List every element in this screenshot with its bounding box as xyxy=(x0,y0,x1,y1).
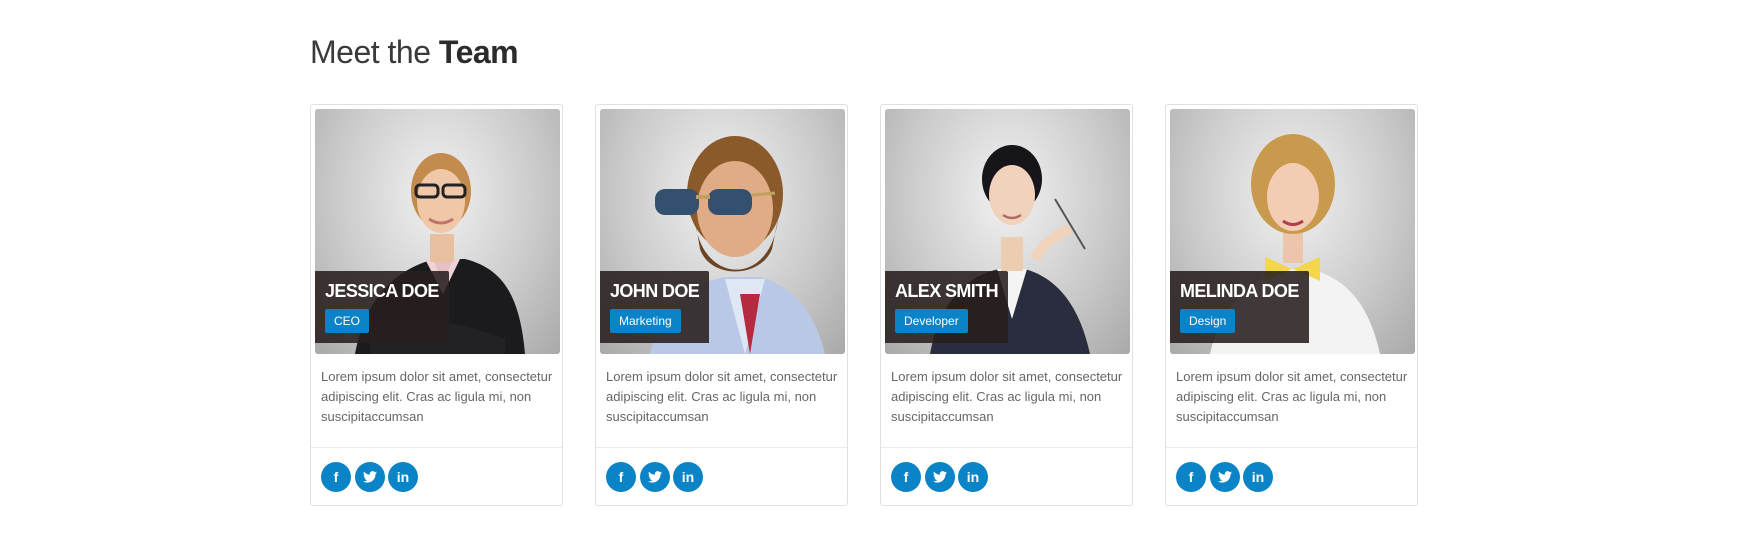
facebook-button[interactable]: f xyxy=(891,462,921,492)
member-photo: JESSICA DOE CEO xyxy=(315,109,560,354)
facebook-icon: f xyxy=(618,469,624,485)
member-photo: ALEX SMITH Developer xyxy=(885,109,1130,354)
linkedin-button[interactable]: in xyxy=(673,462,703,492)
twitter-button[interactable] xyxy=(925,462,955,492)
twitter-button[interactable] xyxy=(355,462,385,492)
twitter-icon xyxy=(363,471,377,483)
member-name: ALEX SMITH xyxy=(895,281,999,301)
heading-bold: Team xyxy=(438,34,519,70)
twitter-icon xyxy=(648,471,662,483)
card-divider xyxy=(881,447,1132,448)
team-card-alex: ALEX SMITH Developer Lorem ipsum dolor s… xyxy=(880,104,1133,506)
facebook-icon: f xyxy=(333,469,339,485)
card-divider xyxy=(311,447,562,448)
team-card-john: JOHN DOE Marketing Lorem ipsum dolor sit… xyxy=(595,104,848,506)
facebook-icon: f xyxy=(1188,469,1194,485)
linkedin-icon: in xyxy=(1251,469,1265,485)
member-photo: MELINDA DOE Design xyxy=(1170,109,1415,354)
member-role-badge: CEO xyxy=(325,309,370,333)
member-description: Lorem ipsum dolor sit amet, consectetur … xyxy=(1176,369,1408,424)
member-name: JESSICA DOE xyxy=(325,281,439,301)
member-caption: ALEX SMITH Developer xyxy=(885,271,1009,343)
member-caption: MELINDA DOE Design xyxy=(1170,271,1309,343)
linkedin-icon: in xyxy=(681,469,695,485)
linkedin-icon: in xyxy=(396,469,410,485)
section-heading: Meet the Team xyxy=(310,34,519,71)
facebook-button[interactable]: f xyxy=(606,462,636,492)
member-role-badge: Design xyxy=(1180,309,1236,333)
member-caption: JOHN DOE Marketing xyxy=(600,271,710,343)
member-description: Lorem ipsum dolor sit amet, consectetur … xyxy=(891,369,1123,424)
member-caption: JESSICA DOE CEO xyxy=(315,271,449,343)
twitter-button[interactable] xyxy=(640,462,670,492)
facebook-icon: f xyxy=(903,469,909,485)
team-card-melinda: MELINDA DOE Design Lorem ipsum dolor sit… xyxy=(1165,104,1418,506)
member-role-badge: Developer xyxy=(895,309,968,333)
twitter-icon xyxy=(1218,471,1232,483)
member-name: MELINDA DOE xyxy=(1180,281,1299,301)
card-divider xyxy=(1166,447,1417,448)
member-description: Lorem ipsum dolor sit amet, consectetur … xyxy=(606,369,838,424)
heading-light: Meet the xyxy=(310,34,431,70)
team-card-jessica: JESSICA DOE CEO Lorem ipsum dolor sit am… xyxy=(310,104,563,506)
team-cards: JESSICA DOE CEO Lorem ipsum dolor sit am… xyxy=(310,104,1430,508)
twitter-button[interactable] xyxy=(1210,462,1240,492)
linkedin-button[interactable]: in xyxy=(958,462,988,492)
twitter-icon xyxy=(933,471,947,483)
linkedin-button[interactable]: in xyxy=(1243,462,1273,492)
member-description: Lorem ipsum dolor sit amet, consectetur … xyxy=(321,369,553,424)
linkedin-icon: in xyxy=(966,469,980,485)
facebook-button[interactable]: f xyxy=(321,462,351,492)
member-name: JOHN DOE xyxy=(610,281,700,301)
card-divider xyxy=(596,447,847,448)
facebook-button[interactable]: f xyxy=(1176,462,1206,492)
member-photo: JOHN DOE Marketing xyxy=(600,109,845,354)
member-role-badge: Marketing xyxy=(610,309,681,333)
linkedin-button[interactable]: in xyxy=(388,462,418,492)
